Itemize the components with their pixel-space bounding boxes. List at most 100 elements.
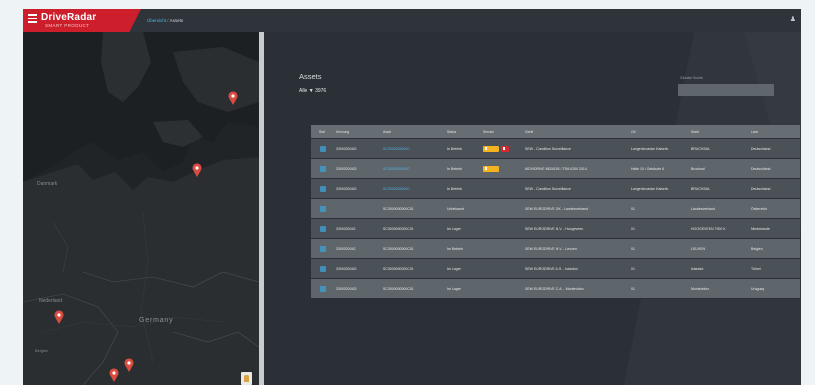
cell-service-badges [483, 139, 511, 158]
cell-ort: 01 [631, 226, 635, 231]
asset-count-filter[interactable]: Alle ▼ 3976 [299, 88, 326, 94]
cell-ort: 01 [631, 206, 635, 211]
alert-badge-icon[interactable] [501, 145, 509, 152]
map-pin-icon[interactable] [124, 358, 134, 372]
app-window: DriveRadar SMART PRODUCT Übersicht / Ass… [23, 9, 801, 385]
cell-ort: Langenbruecke Kaiserb. [631, 186, 669, 191]
row-status-icon[interactable] [320, 279, 326, 298]
cell-kennung: 3300320042I [336, 286, 357, 291]
cell-stadt: Montevideo [691, 286, 710, 291]
row-status-icon[interactable] [320, 199, 326, 218]
row-status-icon[interactable] [320, 219, 326, 238]
column-header[interactable]: Gerät [525, 125, 533, 138]
cell-status: In Betrieb [447, 146, 462, 151]
map-label-netherlands: Nederland [39, 298, 63, 304]
row-status-icon[interactable] [320, 179, 326, 198]
cell-stadt: Bruchsal [691, 166, 705, 171]
cell-kennung: 3300320042 [336, 226, 356, 231]
warning-badge-icon[interactable] [483, 145, 499, 152]
cell-service-badges [483, 159, 501, 178]
cell-geraet: SEW EURODRIVE N.V. - Leuven [525, 246, 577, 251]
table-row[interactable]: 3300320042I SC3000005000C In Betrieb SEW - … [311, 139, 800, 159]
table-row[interactable]: 3300320042I SC3000005000C In Betrieb SEW - … [311, 179, 800, 199]
cell-land: Türkei [751, 266, 761, 271]
table-row[interactable]: 3300320042I SC3000000000C01 Im Lager SEW EU… [311, 279, 800, 299]
column-header[interactable]: Stadt [691, 125, 699, 138]
cell-geraet: SEW - Condition Surveillance [525, 146, 571, 151]
user-icon[interactable]: ♟ [790, 15, 796, 23]
page-title: Assets [299, 72, 322, 81]
row-status-icon[interactable] [320, 159, 326, 178]
column-header[interactable]: Ort [631, 125, 636, 138]
search-input[interactable] [678, 84, 774, 96]
breadcrumb-current: Assets [169, 18, 184, 23]
map-land-shapes [23, 32, 259, 385]
table-row[interactable]: 3300320042I SC3000005000C In Betrieb MOVIDR… [311, 159, 800, 179]
table-row[interactable]: 3300320042 SC3000000000C01 Im Lager SEW EUR… [311, 219, 800, 239]
cell-asset[interactable]: SC3000005000C [383, 139, 445, 158]
column-header[interactable]: Service [483, 125, 494, 138]
cell-status: In Betrieb [447, 166, 462, 171]
cell-land: Niederlande [751, 226, 770, 231]
table-row[interactable]: 3300320042 SC3000000000C01 Im Betrieb SEW E… [311, 239, 800, 259]
map-pin-icon[interactable] [109, 368, 119, 382]
breadcrumb-separator: / [167, 18, 169, 23]
table-row[interactable]: 3300320042I SC3000000000C01 Im Lager SEW EU… [311, 259, 800, 279]
cell-ort: Langenbruecke Kaiserb. [631, 146, 669, 151]
cell-status: In Betrieb [447, 186, 462, 191]
brand-logo[interactable]: DriveRadar [41, 12, 96, 23]
brand-subtitle: SMART PRODUCT [45, 23, 90, 28]
cell-status: Im Lager [447, 226, 461, 231]
column-header[interactable]: Status [447, 125, 456, 138]
cell-stadt: BRUCHSAL [691, 146, 711, 151]
row-status-icon[interactable] [320, 259, 326, 278]
cell-kennung: 3300320042 [336, 246, 356, 251]
cell-geraet: MOVIDRIVE MDX61B / TRA 0200 2014 [525, 166, 587, 171]
row-status-icon[interactable] [320, 239, 326, 258]
cell-ort: 01 [631, 286, 635, 291]
cell-land: Belgien [751, 246, 763, 251]
asset-map[interactable]: Danmark Nederland Belgien Germany [23, 32, 259, 385]
map-pin-icon[interactable] [192, 163, 202, 177]
cell-asset[interactable]: SC3000005000C [383, 159, 445, 178]
cell-stadt: Istanbul [691, 266, 704, 271]
cell-status: Unbekannt [447, 206, 464, 211]
row-status-icon[interactable] [320, 139, 326, 158]
cell-land: Deutschland [751, 186, 771, 191]
column-header[interactable]: Kennung [336, 125, 349, 138]
cell-land: Deutschland [751, 146, 771, 151]
cell-ort: Halle 10 / Gebäude 6 [631, 166, 665, 171]
table-header: Stat Kennung Asset Status Service Gerät … [311, 125, 800, 139]
table-row[interactable]: SC3000000000C01 Unbekannt SEW EURODRIVE GK… [311, 199, 800, 219]
cell-asset[interactable]: SC3000005000C [383, 179, 445, 198]
column-header[interactable]: Asset [383, 125, 391, 138]
column-header[interactable]: Land [751, 125, 758, 138]
cell-asset: SC3000000000C01 [383, 226, 414, 231]
cell-land: Deutschland [751, 166, 771, 171]
top-bar: DriveRadar SMART PRODUCT Übersicht / Ass… [23, 9, 801, 37]
map-pin-icon[interactable] [228, 91, 238, 105]
cell-geraet: SEW - Condition Surveillance [525, 186, 571, 191]
map-label-belgium: Belgien [35, 348, 49, 353]
table-body: 3300320042I SC3000005000C In Betrieb SEW - … [311, 139, 800, 299]
cell-kennung: 3300320042I [336, 166, 357, 171]
cell-asset: SC3000000000C01 [383, 246, 414, 251]
map-label-germany: Germany [139, 317, 174, 324]
cell-ort: 01 [631, 266, 635, 271]
cell-asset: SC3000000000C01 [383, 286, 414, 291]
cell-ort: 01 [631, 246, 635, 251]
breadcrumb-overview-link[interactable]: Übersicht [147, 18, 166, 23]
cell-geraet: SEW EURODRIVE N.V. - Hoogeveen [525, 226, 584, 231]
column-header[interactable]: Stat [319, 125, 325, 138]
menu-icon[interactable] [28, 14, 37, 23]
cell-status: Im Lager [447, 286, 461, 291]
cell-kennung: 3300320042I [336, 186, 357, 191]
map-pin-icon[interactable] [54, 310, 64, 324]
cell-stadt: Landesverband [691, 206, 716, 211]
warning-badge-icon[interactable] [483, 165, 499, 172]
cell-stadt: BRUCHSAL [691, 186, 711, 191]
street-view-pegman-icon[interactable] [241, 372, 252, 385]
cell-land: Österreich [751, 206, 768, 211]
cell-asset: SC3000000000C01 [383, 266, 414, 271]
cell-geraet: SEW EURODRIVE C.A. - Montevideo [525, 286, 584, 291]
